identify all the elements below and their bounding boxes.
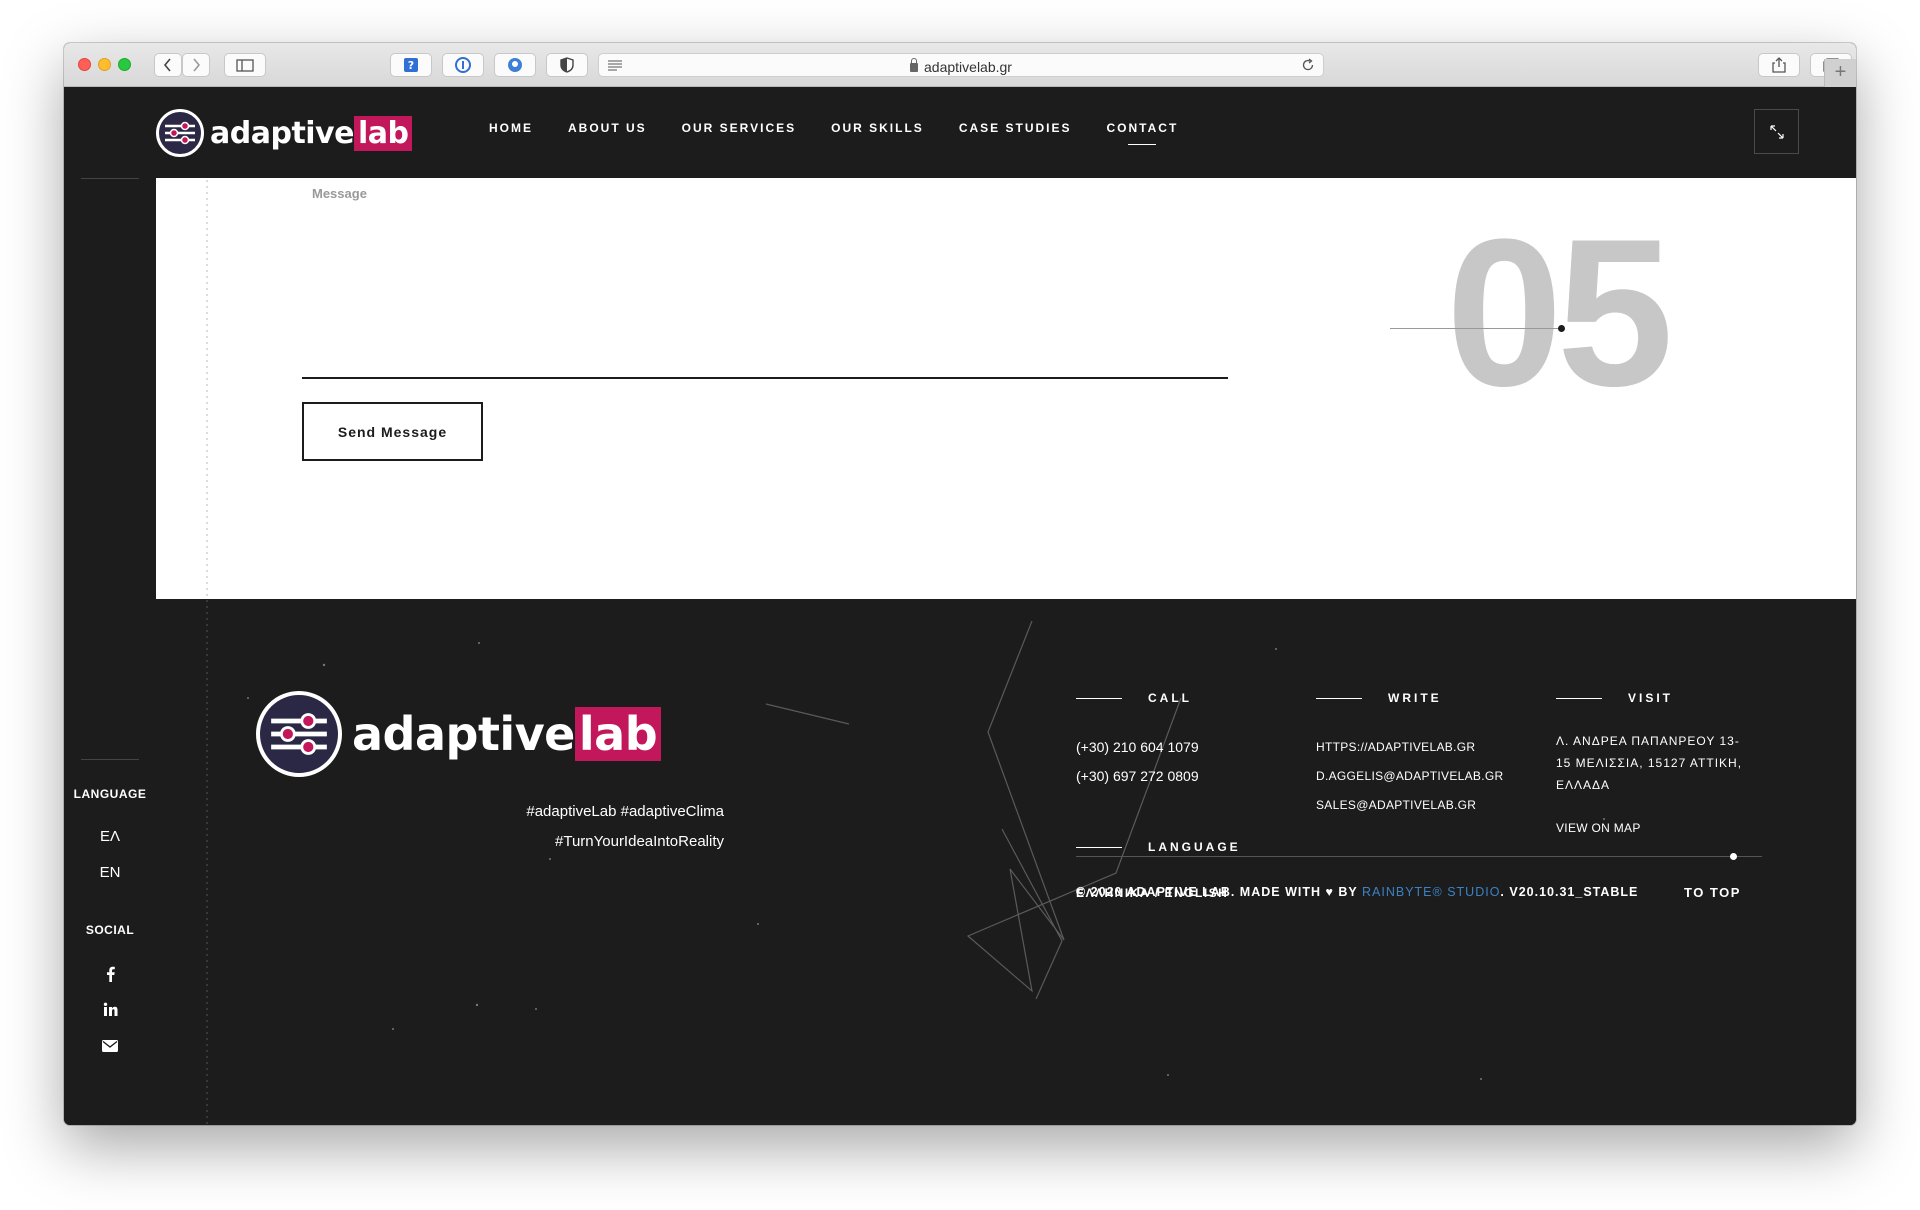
hashtags-line: #adaptiveLab #adaptiveClima bbox=[526, 803, 724, 820]
browser-toolbar: ? adaptivelab.gr + bbox=[64, 43, 1856, 87]
shield-icon bbox=[560, 57, 574, 73]
nav-contact[interactable]: CONTACT bbox=[1107, 121, 1179, 145]
footer-divider bbox=[1076, 856, 1762, 857]
browser-window: ? adaptivelab.gr + adaptive lab HOME ABO… bbox=[64, 43, 1856, 1125]
rainbyte-studio-link[interactable]: RAINBYTE® STUDIO bbox=[1362, 885, 1500, 899]
email-link[interactable]: SALES@ADAPTIVELAB.GR bbox=[1316, 791, 1503, 820]
language-option-el[interactable]: ΕΛ bbox=[64, 828, 156, 845]
to-top-link[interactable]: TO TOP bbox=[1684, 885, 1741, 900]
message-label: Message bbox=[312, 186, 367, 201]
fullscreen-toggle-button[interactable] bbox=[1754, 109, 1799, 154]
section-number-line bbox=[1390, 328, 1562, 329]
phone-link[interactable]: (+30) 697 272 0809 bbox=[1076, 762, 1199, 791]
email-link[interactable]: D.AGGELIS@ADAPTIVELAB.GR bbox=[1316, 762, 1503, 791]
sidebar-language-title: LANGUAGE bbox=[73, 787, 147, 801]
logo-text: adaptive bbox=[210, 115, 354, 151]
close-window-button[interactable] bbox=[78, 58, 91, 71]
section-number: 05 bbox=[1446, 195, 1674, 430]
footer-language-title: LANGUAGE bbox=[1076, 840, 1241, 854]
nav-case-studies[interactable]: CASE STUDIES bbox=[959, 121, 1072, 135]
nav-our-skills[interactable]: OUR SKILLS bbox=[831, 121, 924, 135]
plus-icon: + bbox=[1834, 61, 1847, 83]
footer-divider-dot bbox=[1730, 853, 1737, 860]
email-link[interactable] bbox=[64, 1040, 156, 1052]
linkedin-link[interactable] bbox=[64, 1002, 156, 1017]
facebook-link[interactable] bbox=[64, 966, 156, 982]
nav-about-us[interactable]: ABOUT US bbox=[568, 121, 647, 135]
sidebar-icon bbox=[236, 58, 254, 72]
nav-home[interactable]: HOME bbox=[489, 121, 533, 135]
expand-arrows-icon bbox=[1769, 124, 1784, 139]
question-icon: ? bbox=[404, 58, 418, 72]
site-header: adaptive lab HOME ABOUT US OUR SERVICES O… bbox=[64, 87, 1856, 178]
call-title: CALL bbox=[1076, 691, 1192, 705]
chevron-left-icon bbox=[163, 58, 171, 72]
footer-hashtags: #adaptiveLab #adaptiveClima #TurnYourIde… bbox=[356, 797, 724, 857]
main-nav: HOME ABOUT US OUR SERVICES OUR SKILLS CA… bbox=[489, 121, 1213, 145]
left-sidebar: LANGUAGE ΕΛ EN SOCIAL bbox=[64, 178, 156, 1125]
email-list: HTTPS://ADAPTIVELAB.GR D.AGGELIS@ADAPTIV… bbox=[1316, 733, 1503, 820]
contact-form-section: Message Send Message 05 bbox=[156, 178, 1856, 599]
extension-shield-button[interactable] bbox=[546, 53, 588, 77]
reload-icon[interactable] bbox=[1301, 58, 1315, 72]
extension-help-button[interactable]: ? bbox=[390, 53, 432, 77]
linkedin-icon bbox=[103, 1002, 117, 1016]
new-tab-button[interactable]: + bbox=[1824, 59, 1856, 87]
logo-mark-icon bbox=[156, 109, 204, 157]
hashtags-line: #TurnYourIdeaIntoReality bbox=[555, 833, 724, 850]
footer-logo-text: adaptive bbox=[352, 707, 575, 761]
constellation-decoration bbox=[247, 620, 1605, 1080]
logo-mark-icon bbox=[256, 691, 342, 777]
website-link[interactable]: HTTPS://ADAPTIVELAB.GR bbox=[1316, 733, 1503, 762]
decorative-dotted-line bbox=[204, 178, 210, 599]
webpage: adaptive lab HOME ABOUT US OUR SERVICES O… bbox=[64, 87, 1856, 1125]
password-manager-icon bbox=[455, 57, 471, 73]
section-number-dot bbox=[1558, 325, 1565, 332]
visit-title: VISIT bbox=[1556, 691, 1673, 705]
address-line: Λ. ΑΝΔΡΕΑ ΠΑΠΑΝΡΕΟΥ 13- bbox=[1556, 734, 1740, 748]
logo-accent: lab bbox=[353, 115, 413, 151]
sidebar-divider bbox=[81, 759, 139, 760]
extension-password-button[interactable] bbox=[442, 53, 484, 77]
address-block: Λ. ΑΝΔΡΕΑ ΠΑΠΑΝΡΕΟΥ 13- 15 ΜΕΛΙΣΣΙΑ, 151… bbox=[1556, 730, 1742, 796]
chevron-right-icon bbox=[193, 58, 201, 72]
header-logo[interactable]: adaptive lab bbox=[156, 109, 413, 157]
phone-list: (+30) 210 604 1079 (+30) 697 272 0809 bbox=[1076, 733, 1199, 791]
extension-ghostery-button[interactable] bbox=[494, 53, 536, 77]
sidebar-toggle-button[interactable] bbox=[224, 53, 266, 77]
address-bar[interactable]: adaptivelab.gr bbox=[598, 53, 1324, 77]
url-text: adaptivelab.gr bbox=[924, 59, 1012, 75]
address-line: 15 ΜΕΛΙΣΣΙΑ, 15127 ΑΤΤΙΚΗ, bbox=[1556, 756, 1743, 770]
footer-logo-accent: lab bbox=[574, 707, 662, 761]
message-underline bbox=[302, 377, 1228, 379]
minimize-window-button[interactable] bbox=[98, 58, 111, 71]
lock-icon bbox=[910, 58, 919, 72]
view-on-map-link[interactable]: VIEW ON MAP bbox=[1556, 814, 1641, 843]
zoom-window-button[interactable] bbox=[118, 58, 131, 71]
message-textarea[interactable] bbox=[302, 208, 1228, 376]
copyright-text: © 2020 ADAPTIVE LAB. MADE WITH ♥ BY RAIN… bbox=[1076, 885, 1639, 899]
sidebar-divider bbox=[81, 178, 139, 179]
send-message-button[interactable]: Send Message bbox=[302, 402, 483, 461]
svg-text:?: ? bbox=[408, 59, 414, 72]
write-title: WRITE bbox=[1316, 691, 1442, 705]
site-footer: adaptivelab #adaptiveLab #adaptiveClima … bbox=[156, 599, 1856, 1125]
share-button[interactable] bbox=[1758, 53, 1800, 77]
phone-link[interactable]: (+30) 210 604 1079 bbox=[1076, 733, 1199, 762]
sidebar-social-title: SOCIAL bbox=[85, 923, 135, 937]
nav-our-services[interactable]: OUR SERVICES bbox=[682, 121, 796, 135]
back-button[interactable] bbox=[154, 53, 182, 77]
share-icon bbox=[1772, 57, 1786, 73]
footer-logo[interactable]: adaptivelab bbox=[256, 691, 662, 777]
address-line: ΕΛΛΑΔΑ bbox=[1556, 778, 1611, 792]
envelope-icon bbox=[102, 1040, 118, 1052]
ghost-icon bbox=[508, 58, 522, 72]
language-option-en[interactable]: EN bbox=[64, 864, 156, 881]
facebook-icon bbox=[106, 966, 115, 982]
forward-button[interactable] bbox=[182, 53, 210, 77]
